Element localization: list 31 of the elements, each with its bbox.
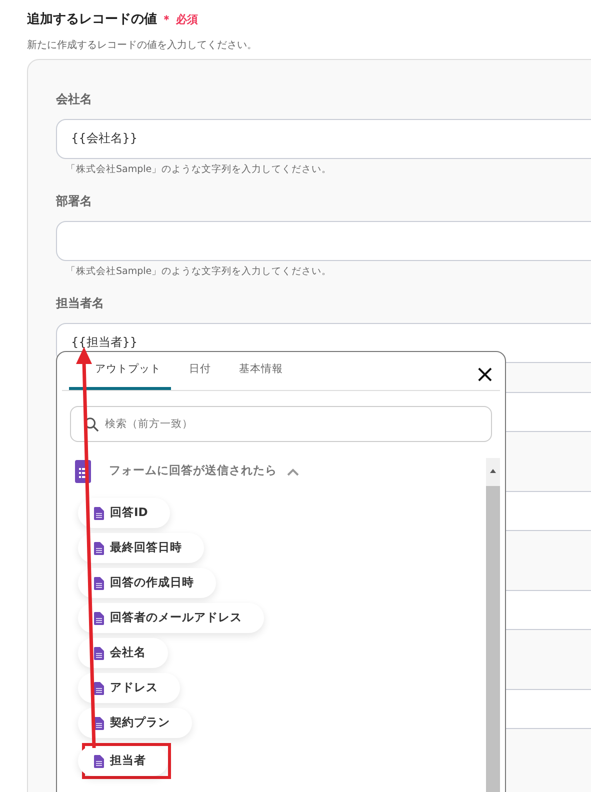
field-label: 部署名 [56, 192, 93, 210]
document-icon [94, 682, 104, 694]
scrollbar[interactable] [486, 458, 500, 792]
field-label: 会社名 [56, 90, 93, 108]
field-label: 担当者名 [56, 294, 105, 312]
help-text: 「株式会社Sample」のような文字列を入力してください。 [65, 264, 333, 278]
help-text: 「株式会社Sample」のような文字列を入力してください。 [65, 162, 333, 176]
search-field[interactable]: 検索（前方一致） [70, 406, 492, 442]
output-item[interactable]: 回答の作成日時 [78, 568, 216, 598]
output-item[interactable]: 契約プラン [78, 708, 192, 738]
output-item[interactable]: 担当者 [78, 746, 168, 776]
document-icon [94, 506, 104, 520]
output-item[interactable]: 最終回答日時 [78, 533, 204, 563]
document-icon [94, 754, 104, 768]
input-field[interactable] [56, 220, 591, 260]
group-title: フォームに回答が送信されたら [109, 462, 277, 480]
output-item[interactable]: 会社名 [78, 638, 168, 668]
output-item[interactable]: 回答者のメールアドレス [78, 603, 264, 633]
required-label: 必須 [176, 12, 198, 28]
document-icon [94, 542, 104, 554]
output-item[interactable]: 回答ID [78, 498, 170, 528]
section-title: 追加するレコードの値 [27, 11, 157, 29]
document-icon [94, 576, 104, 590]
output-item[interactable]: アドレス [78, 673, 180, 703]
required-mark: ＊ [161, 12, 172, 28]
document-icon [94, 612, 104, 624]
input-field[interactable]: {{会社名}} [56, 118, 591, 158]
caret-icon [287, 468, 299, 476]
section-description: 新たに作成するレコードの値を入力してください。 [27, 38, 258, 52]
close-button[interactable]: × [474, 362, 495, 386]
document-icon [94, 646, 104, 660]
